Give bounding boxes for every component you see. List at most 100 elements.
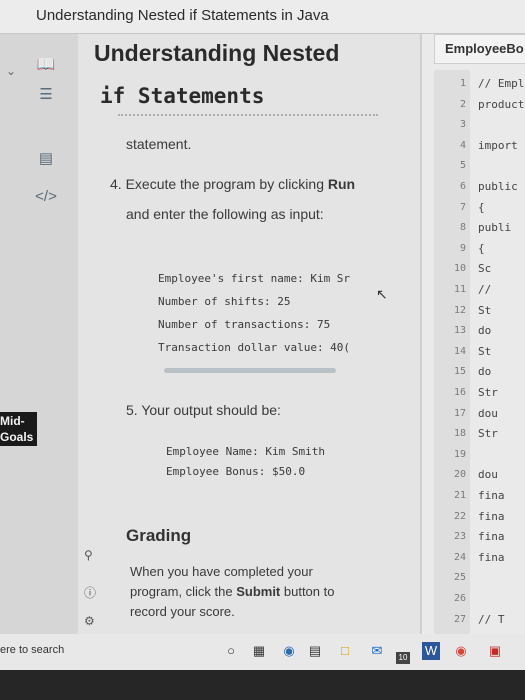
output-line: Employee Name: Kim Smith xyxy=(166,445,325,458)
line-number: 11 xyxy=(453,284,466,295)
step-4-text: 4. Execute the program by clicking Run xyxy=(110,176,355,192)
line-number: 3 xyxy=(459,119,466,131)
line-number: 26 xyxy=(453,593,466,604)
mail-badge: 10 xyxy=(396,652,410,664)
screen: Understanding Nested if Statements in Ja… xyxy=(0,0,525,700)
input-line: Number of shifts: 25 xyxy=(158,295,291,308)
statement-text: statement. xyxy=(126,136,192,152)
grading-text-2: program, click the Submit button to xyxy=(130,584,334,599)
code-line[interactable]: dou xyxy=(478,468,498,481)
word-icon[interactable]: W xyxy=(422,642,440,660)
code-line[interactable]: fina xyxy=(478,510,505,523)
code-line[interactable]: Sc xyxy=(478,262,491,275)
line-number: 12 xyxy=(453,304,466,316)
grading-part: program, click the xyxy=(130,584,237,599)
code-editor[interactable]: EmployeeBo 1 // Emplo 2 producti 3 4 import ja… xyxy=(420,34,525,634)
line-number: 22 xyxy=(453,510,466,522)
code-line[interactable]: St xyxy=(478,345,491,358)
code-line[interactable]: do xyxy=(478,324,491,337)
code-line[interactable]: do xyxy=(478,365,491,378)
edge-icon[interactable]: ◉ xyxy=(280,642,298,660)
taskbar: ere to search ○ ▦ ◉ ▤ □ ✉ 10 W ◉ ▣ xyxy=(0,634,525,670)
line-number: 1 xyxy=(459,78,466,89)
grading-part: button to xyxy=(280,584,335,599)
code-icon[interactable]: </> xyxy=(34,186,58,208)
chevron-down-icon[interactable]: ⌄ xyxy=(6,64,16,78)
code-line[interactable]: { xyxy=(478,242,485,255)
store-icon[interactable]: ▤ xyxy=(306,642,324,660)
line-number: 5 xyxy=(459,160,466,172)
mid-goals-label[interactable]: Mid- Goals xyxy=(0,412,38,446)
code-line[interactable]: St xyxy=(478,304,491,317)
input-line: Number of transactions: 75 xyxy=(158,318,331,331)
left-navigation: ⌄ 📖 ☰ ▤ </> Mid- Goals xyxy=(0,34,78,634)
input-line: Employee's first name: Kim Sr xyxy=(158,272,351,285)
grading-text-1: When you have completed your xyxy=(130,564,313,579)
monitor-bezel xyxy=(0,670,525,700)
line-number: 20 xyxy=(453,469,466,481)
submit-keyword: Submit xyxy=(236,584,281,599)
cortana-icon[interactable]: ○ xyxy=(222,642,240,660)
code-line[interactable]: Str xyxy=(478,427,498,440)
line-number: 25 xyxy=(453,572,466,584)
code-line[interactable]: fina xyxy=(478,551,505,564)
mouse-cursor-icon: ↖ xyxy=(376,286,388,302)
lesson-title-code: if Statements xyxy=(100,84,265,108)
code-line[interactable]: // T xyxy=(478,613,505,626)
line-number: 10 xyxy=(453,263,466,275)
mail-icon[interactable]: ✉ xyxy=(368,642,386,660)
code-line[interactable]: public cl xyxy=(478,180,525,193)
task-view-icon[interactable]: ▦ xyxy=(250,642,268,660)
step-4-continued: and enter the following as input: xyxy=(126,206,324,222)
step-5-text: 5. Your output should be: xyxy=(126,402,281,418)
title-bar: Understanding Nested if Statements in Ja… xyxy=(0,0,525,34)
code-line[interactable]: // xyxy=(478,283,491,296)
code-line[interactable]: Str xyxy=(478,386,498,399)
line-number: 23 xyxy=(453,531,466,543)
book-icon[interactable]: 📖 xyxy=(34,54,58,76)
tab-label: EmployeeBo xyxy=(445,41,524,56)
line-number: 9 xyxy=(459,242,466,254)
tab-employee-bonus[interactable]: EmployeeBo xyxy=(434,34,525,64)
line-number: 19 xyxy=(453,448,466,460)
line-number: 16 xyxy=(453,387,466,398)
divider xyxy=(118,114,378,117)
code-line[interactable]: dou xyxy=(478,407,498,420)
chart-icon[interactable]: ▤ xyxy=(34,148,58,170)
step-4-part: 4. Execute the program by clicking xyxy=(110,176,328,192)
checklist-icon[interactable]: ☰ xyxy=(34,84,58,106)
lesson-title: Understanding Nested xyxy=(94,40,340,66)
help-icon[interactable]: ⓘ xyxy=(84,584,96,601)
code-line[interactable]: fina xyxy=(478,530,505,543)
lesson-panel: Understanding Nested if Statements state… xyxy=(78,34,420,634)
line-number: 6 xyxy=(459,181,466,192)
input-line: Transaction dollar value: 40( xyxy=(158,341,351,354)
code-line[interactable]: publi xyxy=(478,221,511,234)
grading-text-3: record your score. xyxy=(130,604,235,619)
gear-icon[interactable]: ⚙ xyxy=(84,614,95,628)
code-line[interactable]: { xyxy=(478,201,485,214)
window-title: Understanding Nested if Statements in Ja… xyxy=(36,7,329,24)
line-number: 27 xyxy=(453,613,466,625)
line-number: 24 xyxy=(453,551,466,563)
code-line[interactable]: producti xyxy=(478,98,525,111)
taskbar-search[interactable]: ere to search xyxy=(0,644,64,656)
code-line[interactable]: // Emplo xyxy=(478,77,525,90)
output-line: Employee Bonus: $50.0 xyxy=(166,465,306,478)
line-number: 2 xyxy=(459,98,466,110)
mid-goals-line-1: Mid- xyxy=(0,414,25,428)
run-keyword: Run xyxy=(327,176,356,192)
line-number: 14 xyxy=(453,345,466,357)
code-scrollbar[interactable] xyxy=(164,368,336,373)
chrome-icon[interactable]: ◉ xyxy=(452,642,470,660)
app-icon[interactable]: ▣ xyxy=(486,642,504,660)
code-line[interactable]: fina xyxy=(478,489,505,502)
folder-icon[interactable]: □ xyxy=(336,642,354,660)
line-number: 15 xyxy=(453,366,466,378)
code-line[interactable]: import ja xyxy=(478,139,525,152)
share-icon[interactable]: ⚲ xyxy=(84,548,93,562)
line-number: 4 xyxy=(459,139,466,151)
line-number: 7 xyxy=(459,201,466,213)
line-number: 8 xyxy=(459,222,466,234)
line-number: 21 xyxy=(453,490,466,501)
